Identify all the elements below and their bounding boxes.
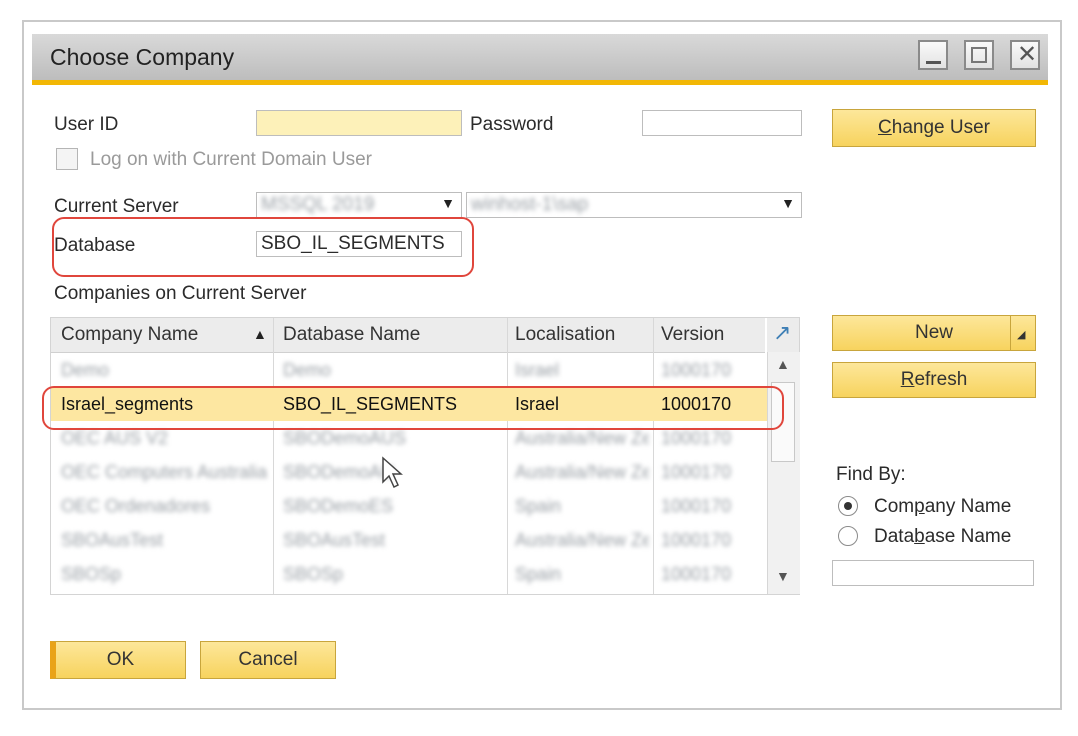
password-label: Password (470, 114, 554, 135)
table-row[interactable]: SBOSp SBOSp Spain 1000170 (51, 558, 767, 591)
cell-version: 1000170 (661, 360, 732, 380)
cell-version: 1000170 (661, 496, 732, 516)
cell-localisation: Australia/New Zealand (515, 428, 649, 448)
cancel-button-label: Cancel (238, 649, 298, 670)
cell-company: SBOAusTest (61, 530, 164, 550)
choose-company-dialog: Choose Company ✕ User ID Password Change… (22, 20, 1062, 710)
dropdown-arrow-icon[interactable]: ◢ (1010, 316, 1035, 350)
column-header-localisation[interactable]: Localisation (515, 324, 615, 346)
cell-database: SBOSp (283, 564, 344, 584)
dialog-title: Choose Company (50, 44, 235, 70)
cell-database: SBODemoES (283, 496, 394, 516)
server-type-select[interactable]: MSSQL 2019 ▼ (256, 192, 462, 218)
user-id-label: User ID (54, 114, 119, 135)
cell-version: 1000170 (661, 462, 732, 482)
grid-header: Company Name ▲ Database Name Localisatio… (51, 318, 765, 353)
password-input[interactable] (642, 110, 802, 136)
cell-company: OEC Computers Australia (61, 462, 267, 482)
annotation-highlight-row (42, 386, 784, 430)
cell-database: Demo (283, 360, 332, 380)
cell-localisation: Spain (515, 496, 562, 516)
scroll-down-icon[interactable]: ▼ (776, 568, 790, 584)
find-by-label: Find By: (836, 464, 906, 485)
cell-version: 1000170 (661, 564, 732, 584)
close-icon: ✕ (1017, 41, 1038, 68)
table-row[interactable]: Demo Demo Israel 1000170 (51, 354, 767, 387)
maximize-button[interactable] (964, 40, 994, 70)
companies-grid: Company Name ▲ Database Name Localisatio… (50, 317, 800, 595)
refresh-accel: R (900, 369, 915, 390)
ok-button-label: OK (106, 649, 135, 670)
expand-grid-icon[interactable]: ↗ (767, 318, 799, 353)
user-id-input[interactable] (256, 110, 462, 136)
cell-company: OEC AUS V2 (61, 428, 169, 448)
column-header-version[interactable]: Version (661, 324, 724, 346)
find-input[interactable] (832, 560, 1034, 586)
cell-database: SBODemoAUS (283, 428, 407, 448)
chevron-down-icon: ▼ (441, 195, 455, 211)
sort-ascending-icon: ▲ (253, 326, 267, 342)
new-button[interactable]: New ◢ (832, 315, 1036, 351)
cell-company: SBOSp (61, 564, 122, 584)
cancel-button[interactable]: Cancel (200, 641, 336, 679)
radio-database-name[interactable] (838, 526, 858, 546)
maximize-icon (971, 47, 987, 63)
cell-localisation: Spain (515, 564, 562, 584)
server-name-value: winhost-1\sap (471, 194, 589, 215)
cell-localisation: Israel (515, 360, 560, 380)
change-user-accel: C (878, 117, 892, 138)
server-name-select[interactable]: winhost-1\sap ▼ (466, 192, 802, 218)
table-row[interactable]: OEC Computers Australia SBODemoAU Austra… (51, 456, 767, 489)
chevron-down-icon: ▼ (781, 195, 795, 211)
cell-database: SBOAusTest (283, 530, 386, 550)
radio-selected-dot (844, 502, 852, 510)
title-bar[interactable]: Choose Company ✕ (32, 34, 1048, 85)
new-button-label: New (914, 322, 953, 343)
refresh-label: efresh (914, 369, 968, 390)
radio-company-name[interactable] (838, 496, 858, 516)
ok-button[interactable]: OK (50, 641, 186, 679)
cell-version: 1000170 (661, 530, 732, 550)
cell-localisation: Australia/New Zealand (515, 462, 649, 482)
mouse-cursor-icon (381, 456, 405, 496)
close-button[interactable]: ✕ (1010, 40, 1040, 70)
cell-company: OEC Ordenadores (61, 496, 211, 516)
change-user-button[interactable]: Change User (832, 109, 1036, 147)
column-header-company-name[interactable]: Company Name (61, 324, 198, 346)
minimize-button[interactable] (918, 40, 948, 70)
refresh-button[interactable]: Refresh (832, 362, 1036, 398)
server-type-value: MSSQL 2019 (261, 194, 375, 215)
companies-section-label: Companies on Current Server (54, 283, 307, 304)
cell-localisation: Australia/New Zealand (515, 530, 649, 550)
radio-database-name-label: Database Name (874, 526, 1012, 547)
annotation-highlight-database (52, 217, 474, 277)
current-server-label: Current Server (54, 196, 179, 217)
column-header-database-name[interactable]: Database Name (283, 324, 420, 346)
log-on-domain-checkbox[interactable] (56, 148, 78, 170)
cell-company: Demo (61, 360, 110, 380)
table-row[interactable]: SBOAusTest SBOAusTest Australia/New Zeal… (51, 524, 767, 557)
scroll-up-icon[interactable]: ▲ (776, 356, 790, 372)
change-user-label: hange User (891, 117, 990, 138)
cell-version: 1000170 (661, 428, 732, 448)
radio-company-name-label: Company Name (874, 496, 1012, 517)
log-on-domain-label: Log on with Current Domain User (90, 149, 372, 170)
table-row[interactable]: OEC Ordenadores SBODemoES Spain 1000170 (51, 490, 767, 523)
minimize-icon (926, 61, 941, 64)
